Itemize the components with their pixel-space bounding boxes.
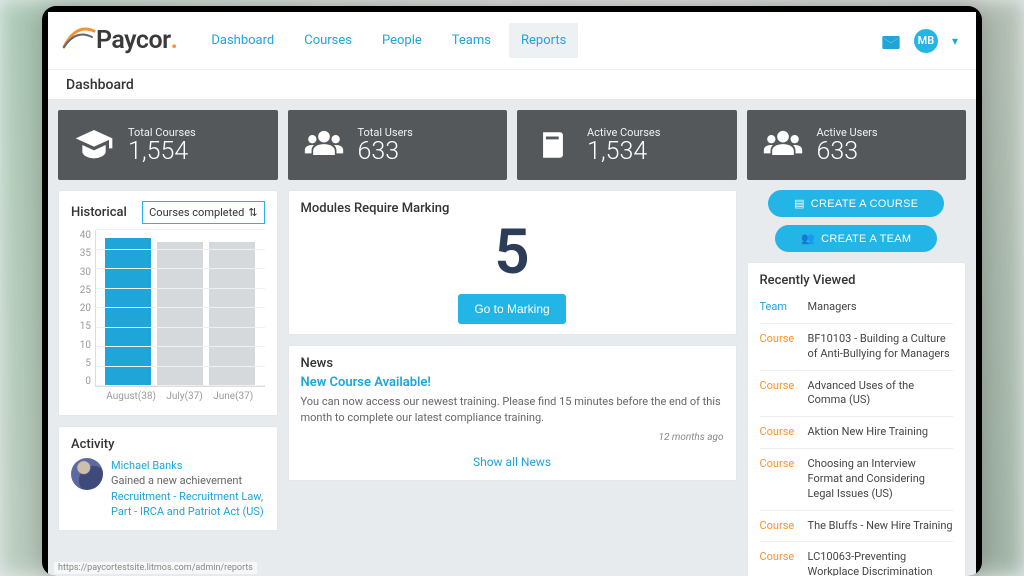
- stat-label: Active Courses: [587, 126, 660, 139]
- graduation-cap-icon: [74, 125, 114, 165]
- historical-chart: 4035302520151050 August(38)July(37)June(…: [71, 230, 265, 405]
- recently-viewed-type: Course: [760, 379, 800, 409]
- go-to-marking-button[interactable]: Go to Marking: [458, 294, 565, 324]
- brand-logo[interactable]: Paycor.: [62, 26, 177, 55]
- nav-reports[interactable]: Reports: [509, 23, 578, 58]
- recently-viewed-item[interactable]: Course LC10063-Preventing Workplace Discr…: [760, 541, 954, 576]
- users-plus-icon: 👥: [801, 232, 815, 245]
- topbar: Paycor. Dashboard Courses People Teams R…: [48, 12, 976, 70]
- stat-total-courses: Total Courses 1,554: [58, 110, 278, 180]
- page-title: Dashboard: [66, 77, 134, 93]
- recently-viewed-item[interactable]: Course Aktion New Hire Training: [760, 416, 954, 448]
- recently-viewed-title-text: Choosing an Interview Format and Conside…: [808, 457, 954, 502]
- recently-viewed-type: Course: [760, 425, 800, 440]
- create-course-button[interactable]: ▤ Create a Course: [768, 190, 944, 217]
- historical-title: Historical: [71, 205, 127, 220]
- stat-active-courses: Active Courses 1,534: [517, 110, 737, 180]
- stat-value: 633: [817, 139, 878, 164]
- activity-item: Michael Banks Gained a new achievement R…: [71, 452, 265, 520]
- stat-label: Total Users: [358, 126, 413, 139]
- stat-value: 633: [358, 139, 413, 164]
- recently-viewed-type: Course: [760, 550, 800, 576]
- create-actions: ▤ Create a Course 👥 Create a Team: [747, 190, 967, 252]
- messages-icon[interactable]: [882, 34, 900, 47]
- users-icon: [763, 125, 803, 165]
- historical-metric-select[interactable]: Courses completed⇅: [142, 201, 264, 224]
- nav-courses[interactable]: Courses: [292, 23, 364, 58]
- book-icon: [533, 125, 573, 165]
- news-headline: New Course Available!: [301, 375, 724, 390]
- activity-description: Gained a new achievement: [111, 473, 265, 488]
- modules-marking-panel: Modules Require Marking 5 Go to Marking: [288, 190, 737, 335]
- brand-swoosh-icon: [62, 31, 92, 51]
- stat-value: 1,554: [128, 139, 196, 164]
- recently-viewed-title-text: Managers: [808, 300, 857, 315]
- recently-viewed-title-text: BF10103 - Building a Culture of Anti-Bul…: [808, 332, 954, 362]
- activity-link[interactable]: Recruitment - Recruitment Law, Part - IR…: [111, 489, 265, 520]
- recently-viewed-title-text: The Bluffs - New Hire Training: [808, 519, 953, 534]
- recently-viewed-item[interactable]: CourseChoosing an Interview Format and C…: [760, 448, 954, 510]
- recently-viewed-type: Course: [760, 457, 800, 502]
- activity-panel: Activity Michael Banks Gained a new achi…: [58, 426, 278, 531]
- recently-viewed-title-text: LC10063-Preventing Workplace Discriminat…: [808, 550, 954, 576]
- activity-user-avatar[interactable]: [71, 458, 103, 490]
- users-icon: [304, 125, 344, 165]
- recently-viewed-title-text: Advanced Uses of the Comma (US): [808, 379, 954, 409]
- nav-teams[interactable]: Teams: [440, 23, 503, 58]
- status-bar-url: https://paycortestsite.litmos.com/admin/…: [54, 562, 257, 574]
- marking-count: 5: [301, 222, 724, 284]
- create-team-button[interactable]: 👥 Create a Team: [775, 225, 937, 252]
- recently-viewed-item[interactable]: Team Managers: [760, 292, 954, 323]
- user-menu-chevron-icon[interactable]: ▾: [952, 34, 958, 48]
- stat-value: 1,534: [587, 139, 660, 164]
- recently-viewed-type: Course: [760, 332, 800, 362]
- recently-viewed-title: Recently Viewed: [760, 273, 954, 288]
- chart-bar[interactable]: [209, 242, 255, 386]
- news-age: 12 months ago: [301, 432, 724, 443]
- stat-total-users: Total Users 633: [288, 110, 508, 180]
- nav-dashboard[interactable]: Dashboard: [199, 23, 286, 58]
- recently-viewed-type: Team: [760, 300, 800, 315]
- historical-panel: Historical Courses completed⇅ 4035302520…: [58, 190, 278, 416]
- stat-active-users: Active Users 633: [747, 110, 967, 180]
- activity-title: Activity: [71, 437, 265, 452]
- recently-viewed-panel: Recently Viewed Team Managers Course BF1010…: [747, 262, 967, 576]
- recently-viewed-item[interactable]: Course BF10103 - Building a Culture of An…: [760, 323, 954, 370]
- book-plus-icon: ▤: [794, 197, 805, 210]
- stat-label: Active Users: [817, 126, 878, 139]
- recently-viewed-type: Course: [760, 519, 800, 534]
- chart-bar[interactable]: [157, 242, 203, 386]
- activity-user-name[interactable]: Michael Banks: [111, 458, 265, 473]
- recently-viewed-item[interactable]: Course The Bluffs - New Hire Training: [760, 510, 954, 542]
- nav-people[interactable]: People: [370, 23, 434, 58]
- news-panel: News New Course Available! You can now a…: [288, 345, 737, 481]
- recently-viewed-title-text: Aktion New Hire Training: [808, 425, 929, 440]
- main-nav: Dashboard Courses People Teams Reports: [199, 23, 578, 58]
- brand-name: Paycor.: [96, 26, 177, 55]
- user-avatar[interactable]: MB: [914, 29, 938, 53]
- breadcrumb: Dashboard: [48, 70, 976, 100]
- news-body: You can now access our newest training. …: [301, 394, 724, 426]
- recently-viewed-item[interactable]: Course Advanced Uses of the Comma (US): [760, 370, 954, 417]
- show-all-news-link[interactable]: Show all News: [473, 455, 551, 469]
- stat-label: Total Courses: [128, 126, 196, 139]
- marking-title: Modules Require Marking: [301, 201, 724, 216]
- chart-bar[interactable]: [105, 238, 151, 386]
- news-title: News: [301, 356, 724, 371]
